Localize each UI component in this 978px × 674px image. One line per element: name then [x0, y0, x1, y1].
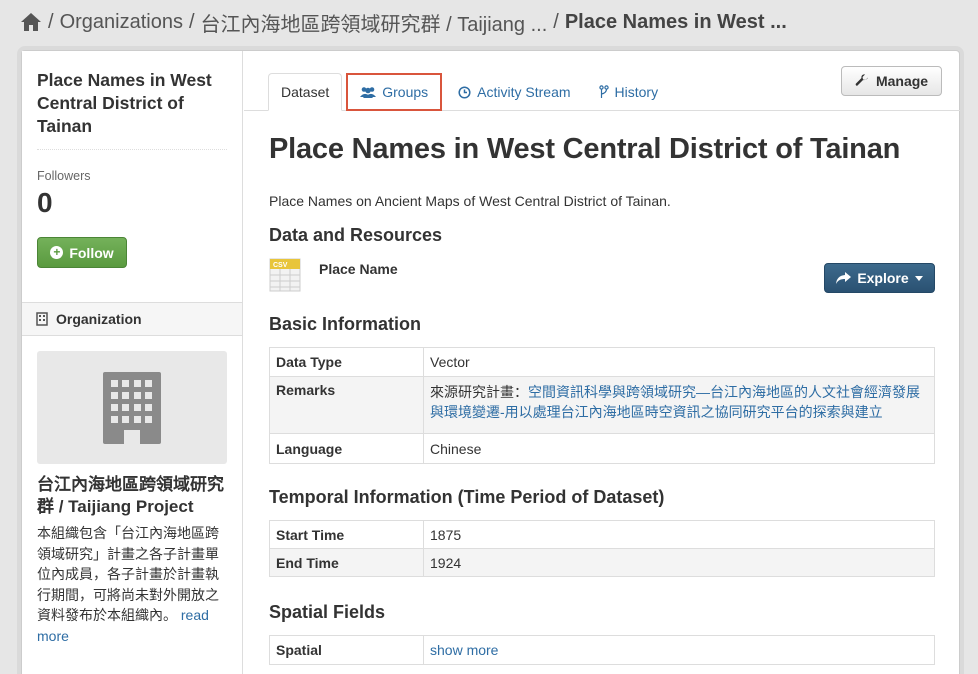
temporal-info-heading: Temporal Information (Time Period of Dat…	[269, 487, 665, 507]
resources-heading: Data and Resources	[269, 225, 443, 245]
page-title: Place Names in West Central District of …	[269, 133, 901, 165]
basic-info-heading: Basic Information	[269, 314, 422, 334]
explore-label: Explore	[857, 270, 909, 286]
table-row: End Time 1924	[269, 548, 935, 577]
remarks-prefix: 來源研究計畫：	[430, 384, 528, 400]
row-value: 來源研究計畫：空間資訊科學與跨領域研究—台江內海地區的人文社會經濟發展與環境變遷…	[423, 376, 935, 434]
table-row: Spatial show more	[269, 635, 935, 665]
home-icon[interactable]	[20, 12, 42, 32]
row-key: Data Type	[269, 347, 424, 377]
row-value: 1875	[423, 520, 935, 549]
plus-circle-icon: +	[50, 246, 64, 259]
caret-down-icon	[914, 275, 923, 281]
tab-label: Groups	[382, 84, 429, 100]
building-icon	[36, 312, 48, 326]
dataset-description: Place Names on Ancient Maps of West Cent…	[269, 193, 671, 209]
spatial-fields-heading: Spatial Fields	[269, 602, 386, 622]
row-key: Start Time	[269, 520, 424, 549]
breadcrumb: / Organizations / 台江內海地區跨領域研究群 / Taijian…	[20, 8, 787, 36]
followers-count: 0	[37, 187, 53, 218]
tab-bar: Dataset Groups Activity Stream History	[268, 71, 674, 111]
follow-label: Follow	[69, 244, 114, 261]
temporal-info-table: Start Time 1875 End Time 1924	[269, 520, 935, 577]
table-row: Language Chinese	[269, 433, 935, 464]
organization-heading: Organization	[22, 302, 242, 336]
tab-label: Activity Stream	[477, 84, 571, 100]
breadcrumb-separator: /	[48, 10, 54, 33]
organization-description: 本組織包含「台江內海地區跨領域研究」計畫之各子計畫單位內成員，各子計畫於計畫執行…	[37, 523, 232, 646]
tab-groups[interactable]: Groups	[346, 73, 443, 111]
table-row: Data Type Vector	[269, 347, 935, 377]
followers-label: Followers	[37, 169, 91, 183]
basic-info-table: Data Type Vector Remarks 來源研究計畫：空間資訊科學與跨…	[269, 347, 935, 464]
organization-heading-label: Organization	[56, 311, 142, 327]
organization-name[interactable]: 台江內海地區跨領域研究群 / Taijiang Project	[37, 474, 232, 518]
sidebar: Place Names in West Central District of …	[22, 51, 243, 674]
follow-button[interactable]: + Follow	[37, 237, 127, 268]
branch-icon	[598, 85, 609, 98]
manage-button[interactable]: Manage	[841, 66, 942, 96]
svg-text:CSV: CSV	[273, 262, 288, 269]
users-icon	[360, 87, 377, 98]
divider	[37, 149, 227, 150]
wrench-icon	[855, 74, 868, 86]
row-value: 1924	[423, 548, 935, 577]
row-value: Chinese	[423, 433, 935, 464]
organization-image[interactable]	[37, 351, 227, 464]
row-value: show more	[423, 635, 935, 665]
tab-label: History	[614, 84, 659, 100]
breadcrumb-current[interactable]: Place Names in West ...	[565, 11, 787, 34]
tab-activity-stream[interactable]: Activity Stream	[446, 73, 582, 111]
breadcrumb-organizations[interactable]: Organizations	[60, 11, 183, 34]
row-key: End Time	[269, 548, 424, 577]
manage-label: Manage	[875, 73, 929, 89]
building-icon	[103, 371, 161, 444]
spatial-table: Spatial show more	[269, 635, 935, 665]
tab-history[interactable]: History	[587, 73, 671, 111]
row-key: Language	[269, 433, 424, 464]
resource-name[interactable]: Place Name	[319, 261, 398, 277]
tab-dataset[interactable]: Dataset	[268, 73, 343, 111]
tab-label: Dataset	[281, 84, 330, 100]
breadcrumb-organization[interactable]: 台江內海地區跨領域研究群 / Taijiang ...	[201, 8, 548, 37]
sidebar-dataset-title: Place Names in West Central District of …	[37, 70, 212, 136]
breadcrumb-separator: /	[553, 10, 559, 33]
show-more-link[interactable]: show more	[430, 642, 498, 658]
table-row: Start Time 1875	[269, 520, 935, 549]
main-content: Dataset Groups Activity Stream History M…	[244, 51, 960, 674]
row-key: Spatial	[269, 635, 424, 665]
content-wrapper: Place Names in West Central District of …	[21, 50, 960, 674]
share-arrow-icon	[836, 272, 852, 284]
row-key: Remarks	[269, 376, 424, 434]
csv-file-icon[interactable]: CSV	[269, 258, 301, 292]
explore-button[interactable]: Explore	[824, 263, 935, 293]
clock-icon	[458, 85, 471, 99]
breadcrumb-separator: /	[188, 10, 195, 33]
row-value: Vector	[423, 347, 935, 377]
table-row: Remarks 來源研究計畫：空間資訊科學與跨領域研究—台江內海地區的人文社會經…	[269, 376, 935, 434]
